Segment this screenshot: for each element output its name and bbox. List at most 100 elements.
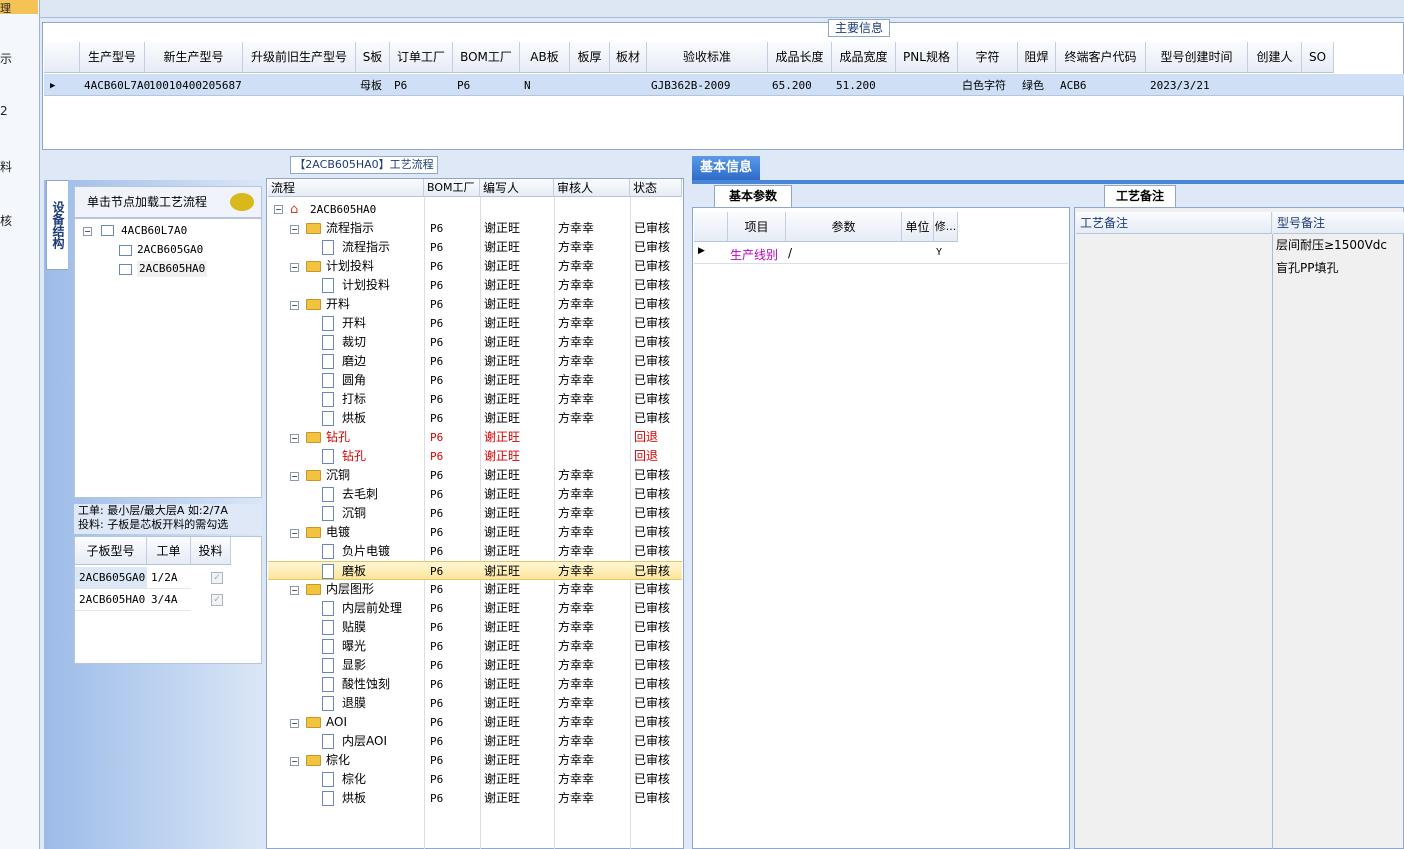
flow-row[interactable]: 酸性蚀刻 P6 谢正旺 方幸幸 已审核: [268, 675, 682, 694]
flow-row[interactable]: 烘板 P6 谢正旺 方幸幸 已审核: [268, 789, 682, 808]
flow-row[interactable]: 钻孔 P6 谢正旺 回退: [268, 447, 682, 466]
main-info-cell[interactable]: ACB6: [1056, 76, 1087, 96]
sub-board-order[interactable]: 3/4A: [147, 589, 191, 611]
flow-row[interactable]: − 开料 P6 谢正旺 方幸幸 已审核: [268, 295, 682, 314]
flow-row[interactable]: 去毛刺 P6 谢正旺 方幸幸 已审核: [268, 485, 682, 504]
column-header[interactable]: 编写人: [480, 179, 554, 197]
comment-bubble-icon[interactable]: [230, 193, 254, 211]
flow-row[interactable]: 打标 P6 谢正旺 方幸幸 已审核: [268, 390, 682, 409]
main-info-cell[interactable]: [610, 76, 614, 96]
column-header[interactable]: 投料: [191, 537, 231, 565]
collapse-icon[interactable]: −: [83, 227, 92, 236]
feed-checkbox[interactable]: ✓: [211, 572, 223, 584]
flow-row[interactable]: 计划投料 P6 谢正旺 方幸幸 已审核: [268, 276, 682, 295]
tree-node-selected[interactable]: 2ACB605HA0: [137, 261, 208, 277]
column-header[interactable]: 验收标准: [647, 42, 768, 73]
main-info-cell[interactable]: 白色字符: [958, 76, 1006, 96]
flow-row[interactable]: 贴膜 P6 谢正旺 方幸幸 已审核: [268, 618, 682, 637]
collapse-icon[interactable]: −: [290, 529, 299, 538]
sub-board-model[interactable]: 2ACB605HA0: [75, 589, 147, 611]
column-header[interactable]: 板厚: [570, 42, 610, 73]
flow-row[interactable]: 显影 P6 谢正旺 方幸幸 已审核: [268, 656, 682, 675]
flow-row[interactable]: 开料 P6 谢正旺 方幸幸 已审核: [268, 314, 682, 333]
tab-basic-info[interactable]: 基本信息: [692, 156, 760, 180]
flow-row[interactable]: 棕化 P6 谢正旺 方幸幸 已审核: [268, 770, 682, 789]
column-header[interactable]: 升级前旧生产型号: [243, 42, 356, 73]
main-info-cell[interactable]: 51.200: [832, 76, 876, 96]
main-info-cell[interactable]: 母板: [356, 76, 382, 96]
column-header[interactable]: BOM工厂: [424, 179, 480, 197]
column-header[interactable]: 字符: [958, 42, 1018, 73]
column-header[interactable]: 状态: [630, 179, 682, 197]
flow-row[interactable]: 内层AOI P6 谢正旺 方幸幸 已审核: [268, 732, 682, 751]
collapse-icon[interactable]: −: [290, 301, 299, 310]
left-nav-item[interactable]: 核: [0, 212, 12, 229]
flow-row[interactable]: − 内层图形 P6 谢正旺 方幸幸 已审核: [268, 580, 682, 599]
column-header[interactable]: 生产型号: [80, 42, 145, 73]
flow-row[interactable]: 退膜 P6 谢正旺 方幸幸 已审核: [268, 694, 682, 713]
column-header[interactable]: 阻焊: [1018, 42, 1056, 73]
main-info-cell[interactable]: 2023/3/21: [1146, 76, 1210, 96]
collapse-icon[interactable]: −: [290, 472, 299, 481]
flow-row[interactable]: − 沉铜 P6 谢正旺 方幸幸 已审核: [268, 466, 682, 485]
column-header[interactable]: BOM工厂: [453, 42, 520, 73]
flow-row[interactable]: − 流程指示 P6 谢正旺 方幸幸 已审核: [268, 219, 682, 238]
left-nav-item[interactable]: 示: [0, 50, 12, 67]
main-info-cell[interactable]: GJB362B-2009: [647, 76, 730, 96]
column-header[interactable]: 审核人: [554, 179, 630, 197]
device-structure-tab[interactable]: 设备结构: [46, 180, 68, 270]
flow-row[interactable]: 圆角 P6 谢正旺 方幸幸 已审核: [268, 371, 682, 390]
flow-row[interactable]: 烘板 P6 谢正旺 方幸幸 已审核: [268, 409, 682, 428]
sub-board-model[interactable]: 2ACB605GA0: [75, 567, 147, 589]
main-info-cell[interactable]: [570, 76, 574, 96]
flow-row[interactable]: − 棕化 P6 谢正旺 方幸幸 已审核: [268, 751, 682, 770]
sub-board-order[interactable]: 1/2A: [147, 567, 191, 589]
flow-row[interactable]: 曝光 P6 谢正旺 方幸幸 已审核: [268, 637, 682, 656]
flow-row[interactable]: 磨边 P6 谢正旺 方幸幸 已审核: [268, 352, 682, 371]
column-header[interactable]: PNL规格: [896, 42, 958, 73]
column-header[interactable]: 创建人: [1248, 42, 1302, 73]
main-info-cell[interactable]: 10010400205687: [145, 76, 242, 96]
column-header[interactable]: 流程: [268, 179, 424, 197]
tree-node[interactable]: 2ACB605GA0: [137, 242, 203, 258]
param-value[interactable]: /: [788, 246, 792, 260]
column-header[interactable]: 参数: [786, 212, 902, 242]
left-nav-item[interactable]: 2: [0, 104, 8, 118]
column-header[interactable]: 单位: [902, 212, 934, 242]
main-info-cell[interactable]: 4ACB60L7A0: [80, 76, 150, 96]
collapse-icon[interactable]: −: [290, 434, 299, 443]
column-header[interactable]: 终端客户代码: [1056, 42, 1146, 73]
main-info-cell[interactable]: [1302, 76, 1306, 96]
flow-row[interactable]: − 钻孔 P6 谢正旺 回退: [268, 428, 682, 447]
flow-row[interactable]: 流程指示 P6 谢正旺 方幸幸 已审核: [268, 238, 682, 257]
tree-node[interactable]: 4ACB60L7A0: [121, 223, 187, 239]
flow-root-row[interactable]: − ⌂ 2ACB605HA0: [268, 200, 682, 219]
column-header[interactable]: AB板: [520, 42, 570, 73]
tab-process-remarks[interactable]: 工艺备注: [1104, 185, 1176, 207]
column-header[interactable]: 型号创建时间: [1146, 42, 1248, 73]
column-header[interactable]: 工单: [147, 537, 191, 565]
flow-row[interactable]: 负片电镀 P6 谢正旺 方幸幸 已审核: [268, 542, 682, 561]
collapse-icon[interactable]: −: [290, 225, 299, 234]
param-row[interactable]: ▶ 生产线别 / Y: [694, 243, 1068, 264]
collapse-icon[interactable]: −: [290, 586, 299, 595]
main-info-cell[interactable]: P6: [453, 76, 470, 96]
flow-row[interactable]: − AOI P6 谢正旺 方幸幸 已审核: [268, 713, 682, 732]
collapse-icon[interactable]: −: [290, 263, 299, 272]
main-info-cell[interactable]: [1248, 76, 1252, 96]
column-header[interactable]: 板材: [610, 42, 647, 73]
flow-row[interactable]: 内层前处理 P6 谢正旺 方幸幸 已审核: [268, 599, 682, 618]
feed-checkbox[interactable]: ✓: [211, 594, 223, 606]
collapse-icon[interactable]: −: [274, 205, 283, 214]
tab-basic-params[interactable]: 基本参数: [714, 185, 792, 207]
column-header[interactable]: 订单工厂: [390, 42, 453, 73]
main-info-cell[interactable]: N: [520, 76, 531, 96]
column-header[interactable]: 项目: [728, 212, 786, 242]
left-nav-item[interactable]: 料: [0, 158, 12, 175]
collapse-icon[interactable]: −: [290, 719, 299, 728]
column-header[interactable]: SO: [1302, 42, 1334, 73]
column-header[interactable]: S板: [356, 42, 390, 73]
column-header[interactable]: 成品长度: [768, 42, 832, 73]
main-info-cell[interactable]: P6: [390, 76, 407, 96]
left-nav-item[interactable]: 理: [0, 0, 38, 15]
